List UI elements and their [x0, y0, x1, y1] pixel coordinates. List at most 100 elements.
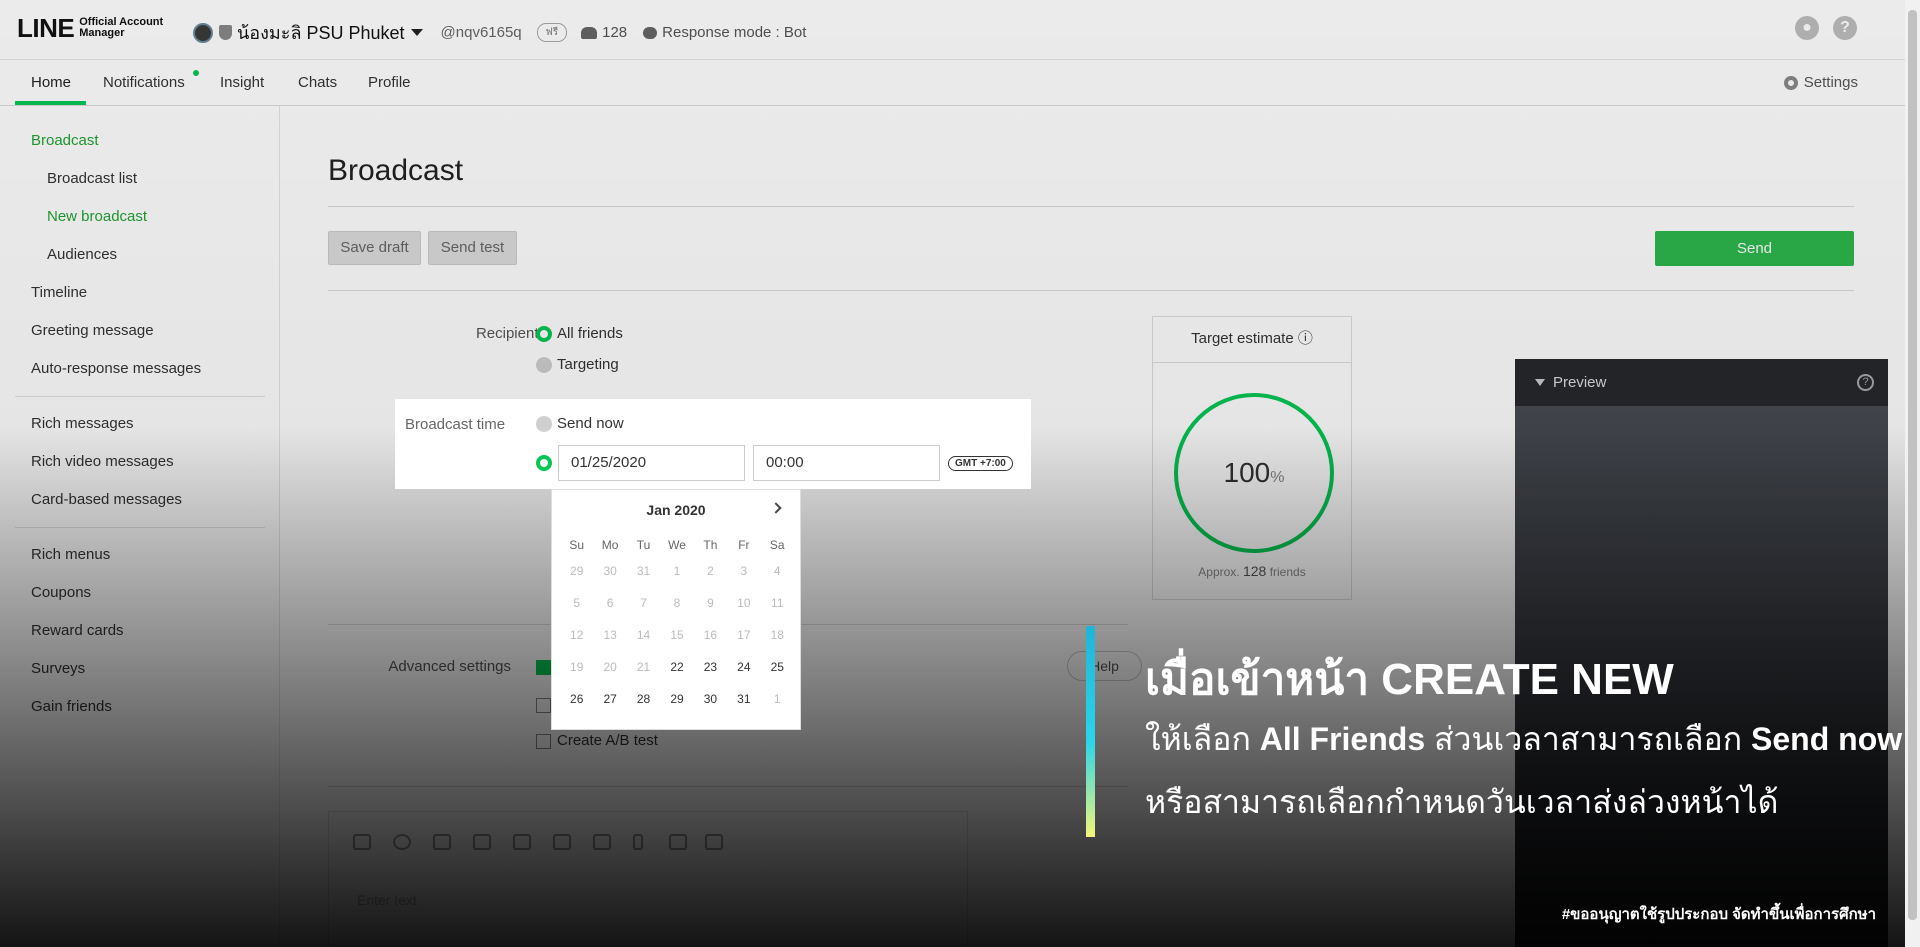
sidebar-item-audiences[interactable]: Audiences — [47, 246, 117, 263]
calendar-day: 19 — [570, 660, 584, 674]
time-input[interactable]: 00:00 — [753, 445, 940, 481]
sidebar-item-new-broadcast[interactable]: New broadcast — [47, 208, 147, 225]
friends-icon — [581, 26, 598, 39]
send-now-radio[interactable] — [536, 416, 552, 432]
tab-notifications[interactable]: Notifications — [103, 74, 185, 91]
account-icon[interactable]: ● — [1795, 16, 1819, 40]
coupon-tool-icon[interactable] — [473, 834, 491, 850]
date-picker: Jan 2020 Su Mo Tu We Th Fr Sa 29 30 31 1 2 3 4 5 6 7 8 9 10… — [551, 489, 801, 730]
scroll-thumb[interactable] — [1908, 10, 1917, 920]
sidebar-item-rich-video[interactable]: Rich video messages — [31, 453, 174, 470]
survey-tool-icon[interactable] — [669, 834, 687, 850]
advanced-checkbox-2[interactable] — [536, 698, 551, 713]
line-logo[interactable]: LINE Official Account Manager — [17, 14, 163, 42]
caption-title: เมื่อเข้าหน้า CREATE NEW — [1145, 655, 1674, 704]
sidebar-item-broadcast-list[interactable]: Broadcast list — [47, 170, 137, 187]
save-draft-button[interactable]: Save draft — [328, 231, 421, 265]
ab-test-label[interactable]: Create A/B test — [557, 732, 658, 749]
calendar-day: 12 — [570, 628, 584, 642]
calendar-grid: Su Mo Tu We Th Fr Sa 29 30 31 1 2 3 4 5 6 7 8 9 10 11 12 13 14 1… — [560, 532, 794, 718]
text-tool-icon[interactable] — [353, 834, 371, 850]
editor-placeholder: Enter text — [357, 892, 417, 908]
calendar-day[interactable]: 31 — [727, 686, 760, 718]
card-tool-icon[interactable] — [705, 834, 723, 850]
tab-home[interactable]: Home — [31, 74, 71, 91]
calendar-day: 29 — [570, 564, 584, 578]
page-scrollbar[interactable] — [1905, 0, 1920, 947]
caption-line-3: หรือสามารถเลือกกำหนดวันเวลาส่งล่วงหน้าได… — [1145, 784, 1779, 820]
tab-chats[interactable]: Chats — [298, 74, 337, 91]
collapse-icon[interactable] — [1535, 379, 1545, 386]
rich-video-tool-icon[interactable] — [593, 834, 611, 850]
target-estimate-ring: 100% — [1174, 393, 1334, 553]
ab-test-checkbox[interactable] — [536, 734, 551, 749]
preview-header[interactable]: Preview ? — [1515, 359, 1888, 406]
calendar-day[interactable]: 27 — [593, 686, 626, 718]
video-tool-icon[interactable] — [553, 834, 571, 850]
calendar-day[interactable]: 26 — [560, 686, 593, 718]
help-icon[interactable]: ? — [1857, 374, 1874, 391]
calendar-day: 13 — [603, 628, 617, 642]
plan-badge: ฟรี — [536, 23, 568, 42]
tab-insight[interactable]: Insight — [220, 74, 264, 91]
sidebar-item-reward-cards[interactable]: Reward cards — [31, 622, 124, 639]
sidebar-item-timeline[interactable]: Timeline — [31, 284, 87, 301]
question-icon[interactable]: ⓘ — [1298, 330, 1313, 347]
calendar-day: 1 — [673, 564, 681, 578]
calendar-day: 15 — [670, 628, 684, 642]
all-friends-label[interactable]: All friends — [557, 325, 623, 342]
calendar-day[interactable]: 25 — [761, 654, 794, 686]
chevron-down-icon[interactable] — [410, 29, 423, 36]
timezone-badge: GMT +7:00 — [948, 456, 1013, 471]
help-button[interactable]: Help — [1067, 651, 1142, 681]
sticker-tool-icon[interactable] — [393, 834, 411, 850]
help-icon[interactable]: ? — [1833, 16, 1857, 40]
friends-count: 128 — [581, 24, 627, 41]
broadcast-time-section: Broadcast time Send now 01/25/2020 00:00… — [395, 399, 1031, 489]
settings-link[interactable]: Settings — [1783, 74, 1858, 91]
calendar-day: 17 — [737, 628, 751, 642]
targeting-label[interactable]: Targeting — [557, 356, 619, 373]
targeting-radio[interactable] — [536, 357, 552, 373]
sidebar-item-gain-friends[interactable]: Gain friends — [31, 698, 112, 715]
approx-friends: Approx. 128 friends — [1198, 563, 1306, 579]
sidebar-item-rich-messages[interactable]: Rich messages — [31, 415, 134, 432]
calendar-day: 4 — [773, 564, 781, 578]
calendar-day[interactable]: 23 — [694, 654, 727, 686]
rich-message-tool-icon[interactable] — [513, 834, 531, 850]
sidebar-item-greeting[interactable]: Greeting message — [31, 322, 154, 339]
audio-tool-icon[interactable] — [633, 834, 643, 850]
sidebar-item-coupons[interactable]: Coupons — [31, 584, 91, 601]
calendar-day[interactable]: 22 — [660, 654, 693, 686]
advanced-settings-label: Advanced settings — [388, 658, 511, 675]
sidebar-item-card-messages[interactable]: Card-based messages — [31, 491, 182, 508]
calendar-day[interactable]: 29 — [660, 686, 693, 718]
credit-note: #ขออนุญาตใช้รูปประกอบ จัดทำขึ้นเพื่อการศ… — [1561, 906, 1876, 923]
all-friends-radio[interactable] — [536, 326, 552, 342]
advanced-checkbox-1[interactable] — [536, 660, 551, 675]
divider — [328, 206, 1854, 207]
message-editor[interactable]: Enter text — [328, 811, 968, 947]
calendar-weekday: Th — [703, 538, 718, 552]
image-tool-icon[interactable] — [433, 834, 451, 850]
account-switcher[interactable]: น้องมะลิ PSU Phuket @nqv6165q ฟรี 128 Re… — [193, 18, 806, 47]
date-input[interactable]: 01/25/2020 — [558, 445, 745, 481]
calendar-day: 11 — [771, 596, 784, 610]
sidebar-item-broadcast[interactable]: Broadcast — [31, 132, 99, 149]
calendar-day[interactable]: 24 — [727, 654, 760, 686]
calendar-day: 3 — [740, 564, 748, 578]
send-button[interactable]: Send — [1655, 231, 1854, 266]
sidebar-item-rich-menus[interactable]: Rich menus — [31, 546, 110, 563]
active-tab-indicator — [15, 101, 86, 105]
send-test-button[interactable]: Send test — [428, 231, 517, 265]
calendar-day[interactable]: 30 — [694, 686, 727, 718]
sidebar-item-auto-response[interactable]: Auto-response messages — [31, 360, 201, 377]
sidebar-item-surveys[interactable]: Surveys — [31, 660, 85, 677]
schedule-radio[interactable] — [536, 455, 552, 471]
calendar-day: 8 — [673, 596, 681, 610]
divider — [328, 786, 1128, 787]
send-now-label[interactable]: Send now — [557, 415, 624, 432]
calendar-weekday: Mo — [601, 538, 619, 552]
tab-profile[interactable]: Profile — [368, 74, 411, 91]
calendar-day[interactable]: 28 — [627, 686, 660, 718]
